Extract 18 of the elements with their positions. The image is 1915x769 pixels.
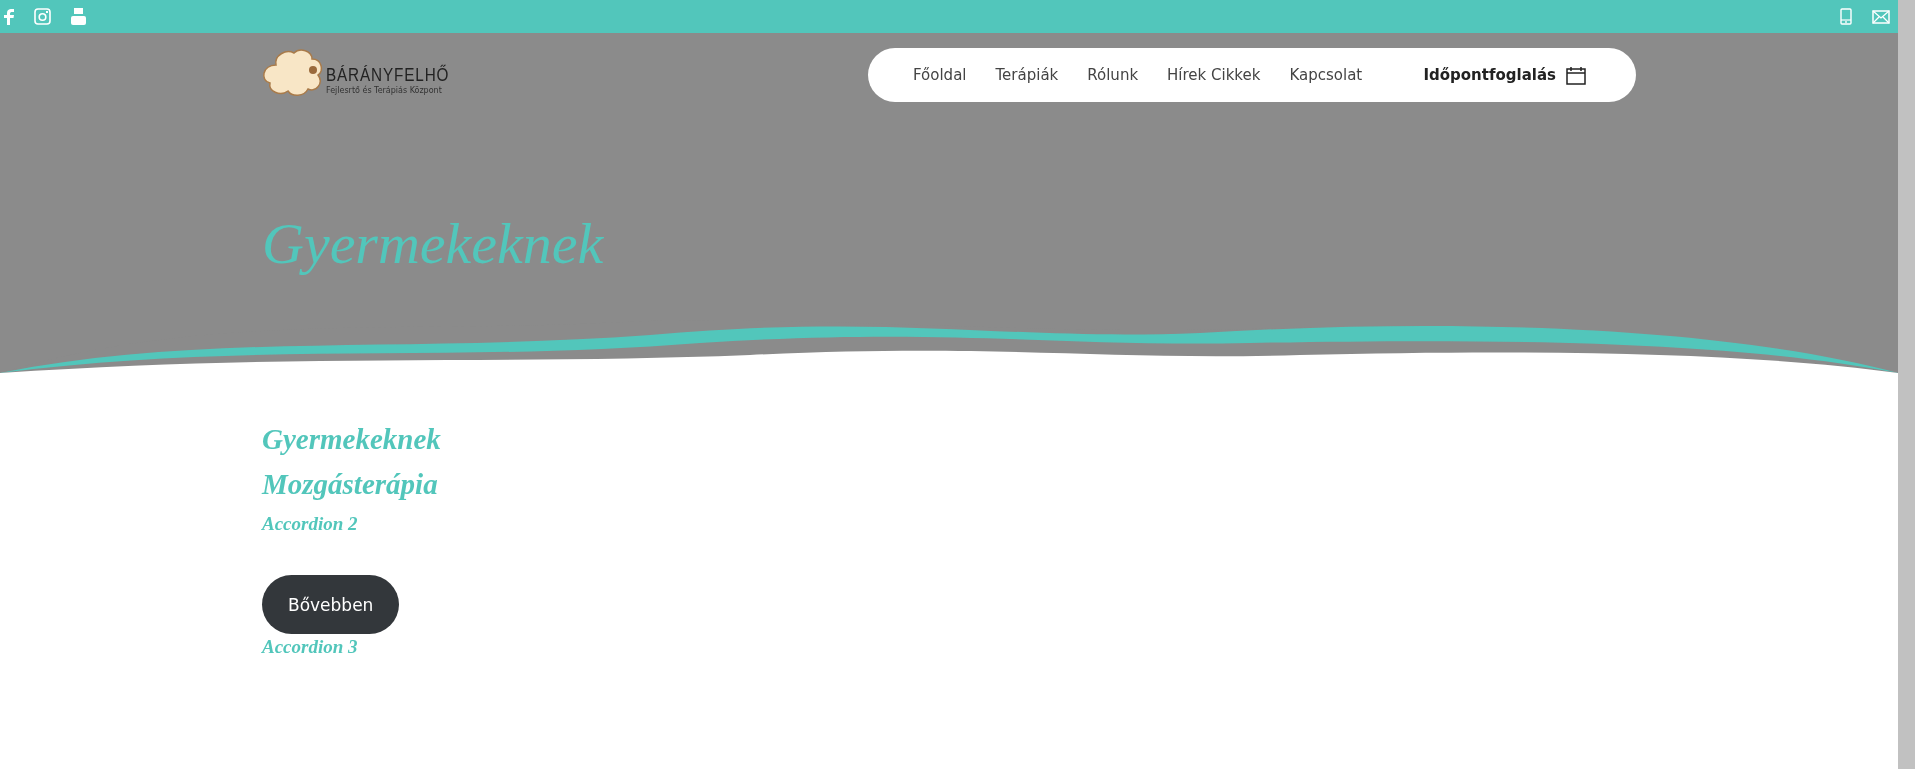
nav-link[interactable]: Főoldal	[913, 66, 967, 84]
nav-link[interactable]: Hírek Cikkek	[1167, 66, 1261, 84]
facebook-icon[interactable]	[4, 8, 14, 25]
logo-tagline: Fejlesrtő és Terápiás Központ	[326, 86, 443, 95]
mail-icon[interactable]	[1872, 9, 1890, 24]
instagram-icon[interactable]	[34, 8, 51, 25]
phone-icon[interactable]	[1840, 8, 1852, 25]
scrollbar[interactable]	[1898, 0, 1915, 769]
page-title: Gyermekeknek	[262, 210, 605, 277]
section-heading: Gyermekeknek	[262, 423, 441, 456]
nav-link[interactable]: Kapcsolat	[1289, 66, 1363, 84]
calendar-icon[interactable]	[1566, 65, 1586, 85]
section-heading: Mozgásterápia	[262, 468, 439, 501]
logo-name: BÁRÁNYFELHŐ	[326, 65, 450, 85]
more-button[interactable]: Bővebben	[262, 575, 400, 634]
nav-link[interactable]: Rólunk	[1087, 66, 1139, 84]
booking-link[interactable]: Időpontfoglalás	[1423, 66, 1556, 84]
nav-link[interactable]: Terápiák	[995, 66, 1059, 84]
